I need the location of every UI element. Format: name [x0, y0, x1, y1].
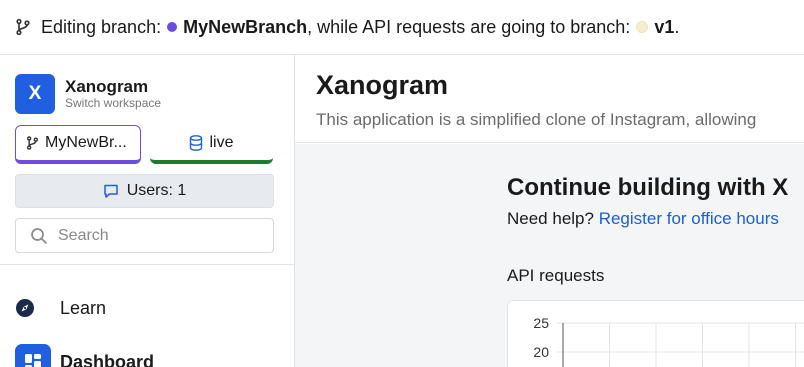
api-requests-heading: API requests	[507, 266, 605, 285]
branch-selector-button[interactable]: MyNewBr...	[15, 125, 141, 164]
sidebar-item-label: Learn	[60, 297, 107, 318]
sidebar-divider	[0, 264, 294, 265]
sidebar: X Xanogram Switch workspace MyNewBr... l…	[0, 55, 295, 367]
help-line: Need help? Register for office hours	[507, 209, 779, 229]
dashboard-icon	[15, 344, 51, 367]
chart-canvas: 25 20	[533, 315, 804, 367]
users-count-label: Users: 1	[126, 182, 187, 199]
sidebar-item-dashboard[interactable]: Dashboard	[15, 344, 154, 367]
database-icon	[190, 134, 203, 151]
page-title: Xanogram	[316, 70, 449, 100]
live-data-source-button[interactable]: live	[150, 125, 273, 164]
live-label: live	[209, 133, 234, 151]
compass-icon	[15, 290, 51, 326]
switch-workspace-label: Switch workspace	[65, 96, 162, 110]
branch-selector-label: MyNewBr...	[45, 134, 127, 151]
chat-icon	[103, 184, 118, 198]
main-panel: Xanogram This application is a simplifie…	[295, 55, 804, 367]
api-branch-color-dot	[636, 21, 649, 33]
workspace-switcher[interactable]: X Xanogram Switch workspace	[15, 74, 161, 114]
search-input[interactable]	[58, 226, 258, 245]
search-icon	[31, 227, 48, 244]
branch-banner: Editing branch: MyNewBranch , while API …	[0, 0, 804, 55]
workspace-name: Xanogram	[65, 77, 149, 96]
git-branch-icon	[14, 18, 32, 36]
y-tick-label: 25	[533, 315, 549, 331]
help-prefix: Need help?	[507, 209, 594, 228]
banner-suffix: .	[674, 16, 680, 37]
workspace-avatar: X	[15, 74, 55, 114]
sidebar-item-label: Dashboard	[60, 351, 155, 367]
editing-branch-name: MyNewBranch	[183, 16, 308, 37]
continue-building-heading: Continue building with X	[507, 174, 789, 201]
page-description: This application is a simplified clone o…	[316, 110, 757, 129]
banner-prefix: Editing branch:	[41, 16, 162, 37]
office-hours-link[interactable]: Register for office hours	[599, 209, 779, 228]
branch-color-dot	[167, 22, 178, 32]
y-tick-label: 20	[533, 344, 549, 360]
git-branch-icon	[26, 136, 39, 150]
api-branch-name: v1	[654, 16, 675, 37]
users-button[interactable]: Users: 1	[15, 174, 274, 208]
sidebar-item-learn[interactable]: Learn	[15, 290, 106, 326]
banner-middle: , while API requests are going to branch…	[307, 16, 631, 37]
api-requests-chart: 25 20	[507, 300, 804, 367]
search-box[interactable]	[15, 218, 274, 253]
page-header: Xanogram This application is a simplifie…	[295, 55, 804, 143]
dashboard-content: Continue building with X Need help? Regi…	[295, 144, 804, 367]
